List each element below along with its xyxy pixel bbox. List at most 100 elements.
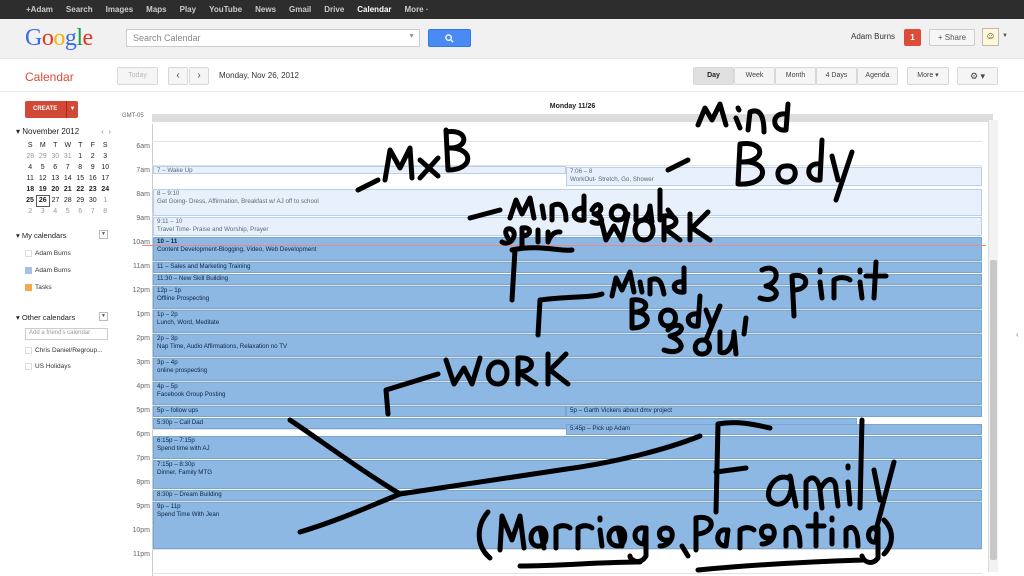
calendar-event[interactable]: 9p – 11p Spend Time With Jean	[153, 502, 982, 549]
topbar-link-maps[interactable]: Maps	[146, 5, 166, 14]
topbar-link-images[interactable]: Images	[106, 5, 134, 14]
mini-day[interactable]: 28	[62, 195, 75, 206]
mini-day[interactable]: 22	[74, 184, 87, 195]
mini-day[interactable]: 16	[87, 173, 100, 184]
calendar-event[interactable]: 11 – Sales and Marketing Training	[153, 262, 982, 273]
mini-day[interactable]: 14	[62, 173, 75, 184]
mini-day[interactable]: 4	[24, 162, 37, 173]
scrollbar[interactable]	[988, 120, 998, 572]
topbar-link-news[interactable]: News	[255, 5, 276, 14]
mini-day[interactable]: 27	[49, 195, 62, 206]
mini-day[interactable]: 7	[87, 206, 100, 217]
mini-day[interactable]: 20	[49, 184, 62, 195]
mini-day[interactable]: 15	[74, 173, 87, 184]
calendar-event[interactable]: 7 – Wake Up	[153, 166, 566, 174]
calendar-item[interactable]: Adam Burns	[25, 250, 71, 257]
calendar-event[interactable]: 4p – 5p Facebook Group Posting	[153, 382, 982, 405]
calendar-event[interactable]: 1p – 2p Lunch, Word, Meditate	[153, 310, 982, 333]
calendar-event[interactable]: 12p – 1p Offline Prospecting	[153, 286, 982, 309]
my-calendars-header[interactable]: ▾ My calendars ▼	[16, 230, 108, 240]
tab-day[interactable]: Day	[693, 67, 734, 85]
calendar-item[interactable]: Chris Daniel/Regroup...	[25, 347, 103, 354]
share-button[interactable]: + Share	[929, 29, 975, 46]
mini-day[interactable]: 2	[24, 206, 37, 217]
calendar-event[interactable]: 6:15p – 7:15p Spend time with AJ	[153, 436, 982, 459]
mini-nav-arrows[interactable]: ‹ ›	[101, 127, 111, 136]
calendar-event[interactable]: 8:30p – Dream Building	[153, 490, 982, 501]
topbar-link-drive[interactable]: Drive	[324, 5, 344, 14]
prev-button[interactable]: ‹	[168, 67, 188, 85]
calendar-event[interactable]: 10 – 11 Content Development-Blogging, Vi…	[153, 237, 982, 261]
mini-day[interactable]: 17	[99, 173, 112, 184]
mini-day[interactable]: 30	[49, 151, 62, 162]
calendar-event[interactable]: 7:06 – 8 WorkOut- Stretch, Go, Shower	[566, 167, 982, 186]
chevron-down-icon[interactable]: ▼	[99, 230, 108, 239]
today-button[interactable]: Today	[117, 67, 158, 85]
topbar-link-more[interactable]: More ·	[405, 5, 429, 14]
mini-day[interactable]: 1	[99, 195, 112, 206]
mini-day[interactable]: 6	[49, 162, 62, 173]
calendar-event[interactable]: 8 – 9:10 Get Going- Dress, Affirmation, …	[153, 189, 982, 216]
all-day-row[interactable]	[152, 114, 993, 122]
tab-4days[interactable]: 4 Days	[816, 67, 857, 85]
next-button[interactable]: ›	[189, 67, 209, 85]
user-name[interactable]: Adam Burns	[851, 32, 895, 41]
collapse-icon[interactable]: ▾	[16, 231, 20, 240]
mini-day[interactable]: 3	[99, 151, 112, 162]
search-input[interactable]: Search Calendar ▼	[126, 29, 420, 47]
mini-day[interactable]: 2	[87, 151, 100, 162]
mini-day[interactable]: 13	[49, 173, 62, 184]
mini-day[interactable]: 12	[37, 173, 50, 184]
settings-button[interactable]: ⚙ ▾	[957, 67, 998, 85]
create-button[interactable]: CREATE ▼	[25, 101, 78, 118]
topbar-link-calendar[interactable]: Calendar	[357, 5, 391, 14]
more-button[interactable]: More ▾	[907, 67, 949, 85]
mini-day[interactable]: 23	[87, 184, 100, 195]
mini-day[interactable]: 25	[24, 195, 37, 206]
calendar-event[interactable]: 3p – 4p online prospecting	[153, 358, 982, 381]
chevron-down-icon[interactable]: ▼	[66, 101, 78, 118]
mini-day[interactable]: 3	[37, 206, 50, 217]
mini-day[interactable]: 8	[74, 162, 87, 173]
topbar-link-plus[interactable]: +Adam	[26, 5, 53, 14]
tab-week[interactable]: Week	[734, 67, 775, 85]
calendar-event[interactable]: 5p – follow ups	[153, 406, 566, 417]
avatar[interactable]: ☺	[982, 28, 999, 46]
chevron-right-icon[interactable]: ‹	[1016, 330, 1019, 339]
mini-day[interactable]: 21	[62, 184, 75, 195]
calendar-item[interactable]: Tasks	[25, 284, 52, 291]
topbar-link-search[interactable]: Search	[66, 5, 93, 14]
collapse-icon[interactable]: ▾	[16, 127, 20, 136]
google-logo[interactable]: Google	[25, 25, 93, 52]
calendar-event[interactable]: 2p – 3p Nap Time, Audio Affirmations, Re…	[153, 334, 982, 357]
day-header[interactable]: Monday 11/26	[152, 103, 993, 110]
mini-day[interactable]: 10	[99, 162, 112, 173]
mini-day[interactable]: 30	[87, 195, 100, 206]
chevron-down-icon[interactable]: ▼	[99, 312, 108, 321]
mini-day[interactable]: 18	[24, 184, 37, 195]
mini-day[interactable]: 5	[62, 206, 75, 217]
calendar-event[interactable]: 7:15p – 8:30p Dinner, Family MTG	[153, 460, 982, 489]
mini-day[interactable]: 11	[24, 173, 37, 184]
calendar-event[interactable]: 9:11 – 10 Travel Time- Praise and Worshi…	[153, 217, 982, 236]
chevron-down-icon[interactable]: ▼	[408, 33, 415, 40]
mini-day[interactable]: 5	[37, 162, 50, 173]
mini-day[interactable]: 7	[62, 162, 75, 173]
calendar-item[interactable]: Adam Burns	[25, 267, 71, 274]
topbar-link-gmail[interactable]: Gmail	[289, 5, 311, 14]
mini-day[interactable]: 29	[74, 195, 87, 206]
topbar-link-youtube[interactable]: YouTube	[209, 5, 242, 14]
tab-month[interactable]: Month	[775, 67, 816, 85]
mini-day[interactable]: 29	[37, 151, 50, 162]
mini-day[interactable]: 4	[49, 206, 62, 217]
app-title[interactable]: Calendar	[25, 70, 74, 84]
notification-badge[interactable]: 1	[904, 29, 921, 46]
mini-day[interactable]: 1	[74, 151, 87, 162]
mini-month-label[interactable]: November 2012	[22, 127, 79, 136]
mini-day[interactable]: 19	[37, 184, 50, 195]
mini-day[interactable]: 6	[74, 206, 87, 217]
mini-day[interactable]: 31	[62, 151, 75, 162]
calendar-event[interactable]: 5p – Garth Vickers about dmv project	[566, 406, 982, 417]
tab-agenda[interactable]: Agenda	[857, 67, 898, 85]
add-friend-input[interactable]: Add a friend's calendar	[25, 328, 108, 340]
